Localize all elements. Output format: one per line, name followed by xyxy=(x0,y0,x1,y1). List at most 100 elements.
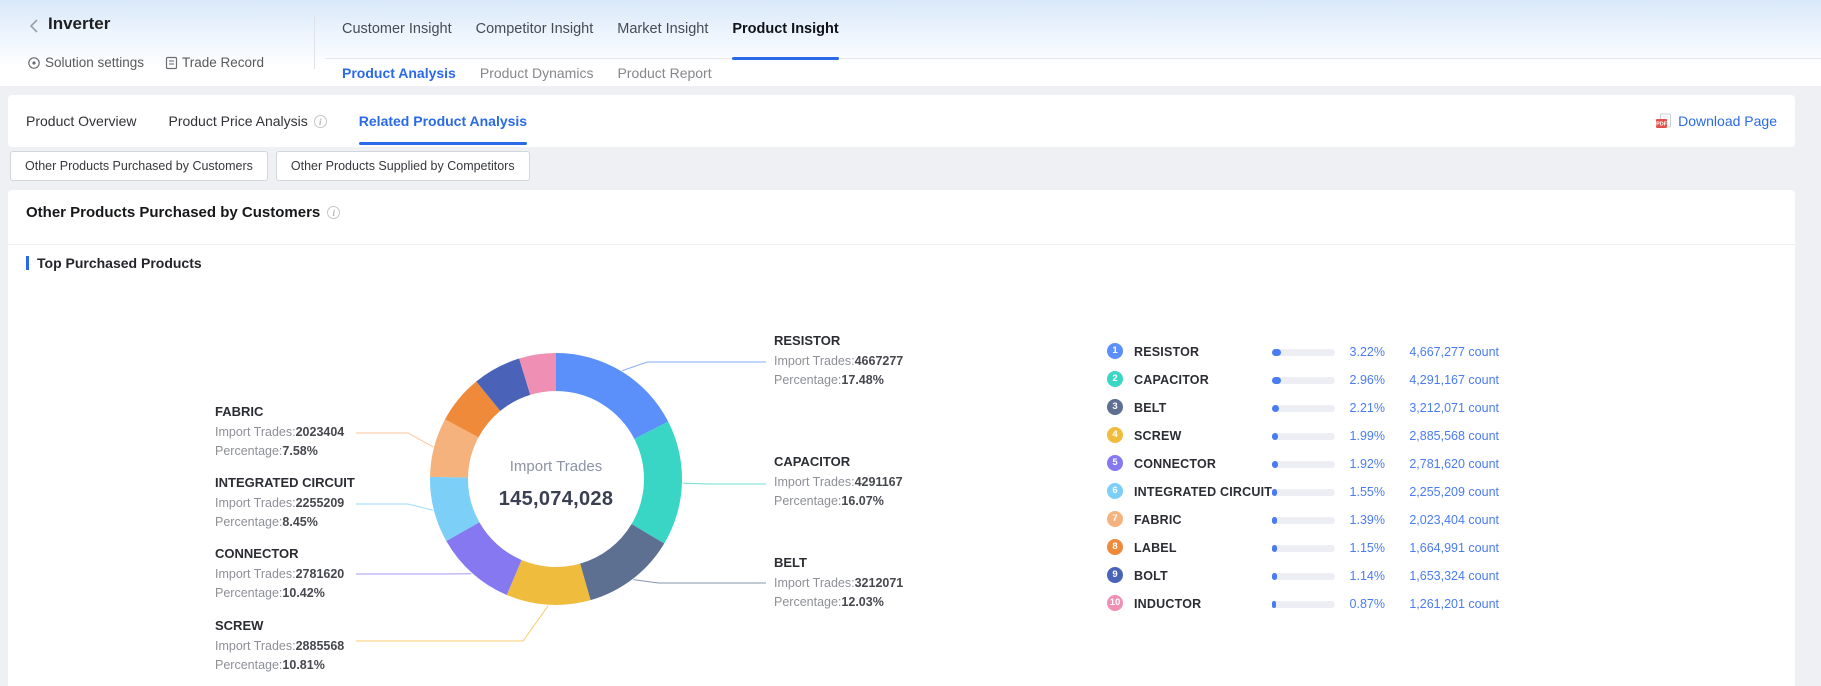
legend-row-bolt[interactable]: 9BOLT1.14%1,653,324 count xyxy=(1107,562,1499,590)
donut-slice-screw[interactable] xyxy=(507,560,591,605)
rank-badge: 1 xyxy=(1107,343,1123,359)
callout-percentage: Percentage:8.45% xyxy=(215,513,400,532)
legend-row-connector[interactable]: 5CONNECTOR1.92%2,781,620 count xyxy=(1107,450,1499,478)
legend-progress-bar xyxy=(1272,433,1335,440)
legend-row-capacitor[interactable]: 2CAPACITOR2.96%4,291,167 count xyxy=(1107,366,1499,394)
pie-callout-fabric: FABRICImport Trades:2023404Percentage:7.… xyxy=(215,404,400,461)
toggle-supplied-by-competitors[interactable]: Other Products Supplied by Competitors xyxy=(276,151,530,181)
tab-market-insight[interactable]: Market Insight xyxy=(617,0,708,59)
trade-record-label: Trade Record xyxy=(182,55,264,70)
legend-percentage: 2.96% xyxy=(1337,373,1385,387)
legend-row-fabric[interactable]: 7 FABRIC 1.39% 2,023,404 count xyxy=(1107,506,1499,534)
page-header: Inverter Solution settings Trade Record … xyxy=(0,0,1821,86)
callout-import-trades: Import Trades:4291167 xyxy=(774,473,959,492)
legend-progress-bar xyxy=(1272,601,1335,608)
legend-row-resistor[interactable]: 1RESISTOR3.22%4,667,277 count xyxy=(1107,338,1499,366)
download-page-label: Download Page xyxy=(1678,113,1777,129)
legend-count: 3,212,071 count xyxy=(1393,401,1499,415)
legend-percentage: 1.99% xyxy=(1337,429,1385,443)
pie-callout-screw: SCREWImport Trades:2885568Percentage:10.… xyxy=(215,618,400,675)
callout-import-trades: Import Trades:2781620 xyxy=(215,565,400,584)
legend-progress-fill xyxy=(1272,601,1276,608)
pdf-icon: PDF xyxy=(1655,113,1672,129)
callout-percentage: Percentage:16.07% xyxy=(774,492,959,511)
legend-count: 4,667,277 count xyxy=(1393,345,1499,359)
callout-product-name: SCREW xyxy=(215,618,400,633)
rank-badge: 9 xyxy=(1107,567,1123,583)
rank-badge: 5 xyxy=(1107,455,1123,471)
legend-count: 4,291,167 count xyxy=(1393,373,1499,387)
solution-settings-button[interactable]: Solution settings xyxy=(27,55,144,70)
pie-callout-connector: CONNECTORImport Trades:2781620Percentage… xyxy=(215,546,400,603)
tab-customer-insight[interactable]: Customer Insight xyxy=(342,0,452,59)
legend-count: 2,023,404 count xyxy=(1393,513,1499,527)
legend-count: 1,664,991 count xyxy=(1393,541,1499,555)
legend-progress-fill xyxy=(1272,517,1277,524)
legend-percentage: 1.92% xyxy=(1337,457,1385,471)
nav-tab-label: Product Price Analysis xyxy=(168,95,307,147)
product-subtabs: Product Analysis Product Dynamics Produc… xyxy=(342,59,712,86)
legend-progress-fill xyxy=(1272,545,1277,552)
legend-row-screw[interactable]: 4SCREW1.99%2,885,568 count xyxy=(1107,422,1499,450)
legend-progress-bar xyxy=(1272,349,1335,356)
pie-callout-belt: BELT Import Trades:3212071Percentage:12.0… xyxy=(774,555,959,612)
pie-callout-resistor: RESISTORImport Trades:4667277Percentage:… xyxy=(774,333,959,390)
legend-percentage: 1.55% xyxy=(1337,485,1385,499)
product-legend-list: 1RESISTOR3.22%4,667,277 count2CAPACITOR2… xyxy=(1107,338,1499,618)
rank-badge: 4 xyxy=(1107,427,1123,443)
legend-count: 1,261,201 count xyxy=(1393,597,1499,611)
legend-progress-fill xyxy=(1272,489,1277,496)
legend-progress-bar xyxy=(1272,517,1335,524)
nav-tab-product-overview[interactable]: Product Overview xyxy=(26,95,136,147)
legend-product-name: BELT xyxy=(1134,401,1167,415)
nav-tab-label: Product Overview xyxy=(26,95,136,147)
legend-percentage: 0.87% xyxy=(1337,597,1385,611)
tab-product-insight[interactable]: Product Insight xyxy=(732,0,838,59)
legend-progress-bar xyxy=(1272,573,1335,580)
legend-progress-bar xyxy=(1272,545,1335,552)
legend-product-name: CONNECTOR xyxy=(1134,457,1216,471)
callout-percentage: Percentage:12.03% xyxy=(774,593,959,612)
legend-progress-fill xyxy=(1272,433,1278,440)
callout-import-trades: Import Trades:4667277 xyxy=(774,352,959,371)
trade-record-icon xyxy=(165,56,178,70)
trade-record-button[interactable]: Trade Record xyxy=(165,55,264,70)
insight-tabs: Customer Insight Competitor Insight Mark… xyxy=(325,0,1821,59)
callout-product-name: CONNECTOR xyxy=(215,546,400,561)
info-icon[interactable]: i xyxy=(314,115,327,128)
donut-center-text: Import Trades 145,074,028 xyxy=(456,458,656,511)
subtab-product-analysis[interactable]: Product Analysis xyxy=(342,65,456,81)
rank-badge: 10 xyxy=(1107,595,1123,611)
rank-badge: 7 xyxy=(1107,511,1123,527)
callout-line xyxy=(633,580,766,583)
subtab-product-report[interactable]: Product Report xyxy=(617,65,711,81)
tab-competitor-insight[interactable]: Competitor Insight xyxy=(476,0,594,59)
legend-row-inductor[interactable]: 10INDUCTOR0.87%1,261,201 count xyxy=(1107,590,1499,618)
legend-percentage: 1.39% xyxy=(1337,513,1385,527)
back-icon[interactable] xyxy=(28,17,42,35)
nav-tab-product-price-analysis[interactable]: Product Price Analysis i xyxy=(168,95,326,147)
donut-center-value: 145,074,028 xyxy=(456,488,656,511)
pie-callout-integrated-circuit: INTEGRATED CIRCUITImport Trades:2255209P… xyxy=(215,475,400,532)
view-toggle-group: Other Products Purchased by Customers Ot… xyxy=(10,151,530,181)
callout-product-name: BELT xyxy=(774,555,959,570)
legend-percentage: 3.22% xyxy=(1337,345,1385,359)
download-page-button[interactable]: PDF Download Page xyxy=(1655,113,1777,129)
rank-badge: 6 xyxy=(1107,483,1123,499)
callout-product-name: CAPACITOR xyxy=(774,454,959,469)
nav-tab-label: Related Product Analysis xyxy=(359,95,527,147)
legend-progress-fill xyxy=(1272,461,1278,468)
subtab-product-dynamics[interactable]: Product Dynamics xyxy=(480,65,594,81)
legend-row-belt[interactable]: 3BELT2.21%3,212,071 count xyxy=(1107,394,1499,422)
page-title: Inverter xyxy=(48,14,110,34)
toggle-purchased-by-customers[interactable]: Other Products Purchased by Customers xyxy=(10,151,268,181)
callout-import-trades: Import Trades:3212071 xyxy=(774,574,959,593)
legend-progress-fill xyxy=(1272,349,1281,356)
legend-row-label[interactable]: 8LABEL1.15%1,664,991 count xyxy=(1107,534,1499,562)
callout-line xyxy=(622,362,766,371)
legend-row-integrated-circuit[interactable]: 6INTEGRATED CIRCUIT1.55%2,255,209 count xyxy=(1107,478,1499,506)
legend-percentage: 2.21% xyxy=(1337,401,1385,415)
donut-slice-resistor[interactable] xyxy=(556,353,668,439)
legend-product-name: FABRIC xyxy=(1134,513,1182,527)
nav-tab-related-product-analysis[interactable]: Related Product Analysis xyxy=(359,95,527,147)
